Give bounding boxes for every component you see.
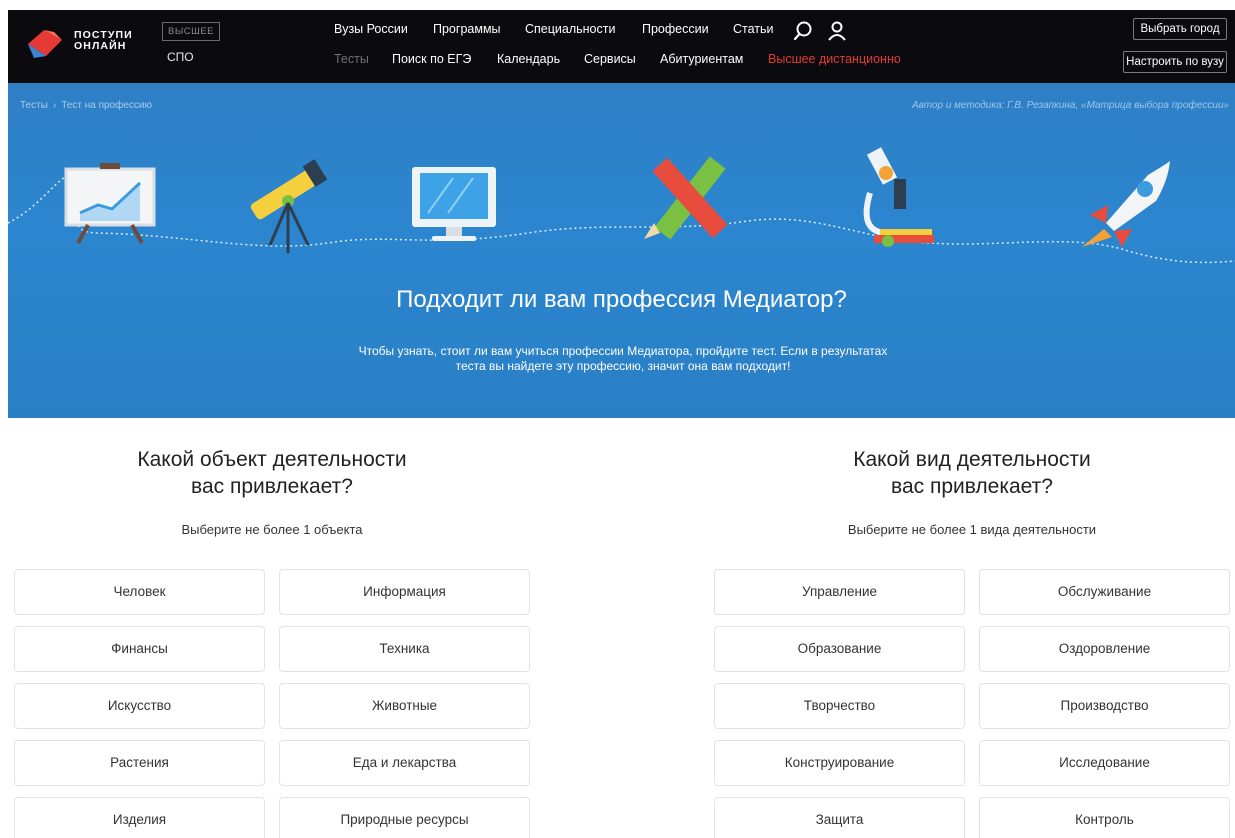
- page-title: Подходит ли вам профессия Медиатор?: [396, 286, 847, 313]
- activity-option-education[interactable]: Образование: [714, 626, 965, 672]
- level-toggle-spo[interactable]: СПО: [167, 50, 194, 64]
- setup-by-university-button[interactable]: Настроить по вузу: [1123, 51, 1227, 73]
- object-option-art[interactable]: Искусство: [14, 683, 265, 729]
- breadcrumb-item-tests[interactable]: Тесты: [20, 100, 48, 111]
- nav-item-universities[interactable]: Вузы России: [334, 22, 408, 36]
- nav-item-ege-search[interactable]: Поиск по ЕГЭ: [392, 52, 471, 66]
- logo[interactable]: ПОСТУПИ ОНЛАЙН: [24, 24, 144, 64]
- monitor-icon: [412, 167, 496, 241]
- logo-icon: [28, 30, 62, 58]
- nav-item-specialties[interactable]: Специальности: [525, 22, 615, 36]
- telescope-icon: [250, 159, 328, 253]
- breadcrumb: Тесты › Тест на профессию: [20, 100, 152, 111]
- activity-option-creativity[interactable]: Творчество: [714, 683, 965, 729]
- nav-item-professions[interactable]: Профессии: [642, 22, 709, 36]
- nav-item-tests[interactable]: Тесты: [334, 52, 369, 66]
- activity-option-production[interactable]: Производство: [979, 683, 1230, 729]
- objects-title-line2: вас привлекает?: [191, 475, 353, 498]
- object-option-natural-resources[interactable]: Природные ресурсы: [279, 797, 530, 838]
- hero-subtitle-line1: Чтобы узнать, стоит ли вам учиться профе…: [358, 344, 888, 358]
- activities-title-line1: Какой вид деятельности: [853, 448, 1091, 471]
- activities-title-line2: вас привлекает?: [891, 475, 1053, 498]
- objects-question-title: Какой объект деятельности вас привлекает…: [14, 446, 530, 500]
- nav-item-services[interactable]: Сервисы: [584, 52, 636, 66]
- activity-option-protection[interactable]: Защита: [714, 797, 965, 838]
- user-icon[interactable]: [826, 20, 848, 47]
- activity-option-research[interactable]: Исследование: [979, 740, 1230, 786]
- object-option-plants[interactable]: Растения: [14, 740, 265, 786]
- object-option-animals[interactable]: Животные: [279, 683, 530, 729]
- site-header: ПОСТУПИ ОНЛАЙН ВЫСШЕЕ СПО Вузы России Пр…: [8, 10, 1235, 83]
- object-option-products[interactable]: Изделия: [14, 797, 265, 838]
- activities-hint: Выберите не более 1 вида деятельности: [847, 522, 1097, 537]
- activity-option-healthcare[interactable]: Оздоровление: [979, 626, 1230, 672]
- nav-item-programs[interactable]: Программы: [433, 22, 501, 36]
- objects-title-line1: Какой объект деятельности: [137, 448, 407, 471]
- object-option-human[interactable]: Человек: [14, 569, 265, 615]
- breadcrumb-item-current: Тест на профессию: [61, 100, 152, 111]
- object-option-food-medicine[interactable]: Еда и лекарства: [279, 740, 530, 786]
- object-option-information[interactable]: Информация: [279, 569, 530, 615]
- hero-subtitle-line2: теста вы найдете эту профессию, значит о…: [455, 359, 791, 373]
- hero-banner: Тесты › Тест на профессию Автор и методика…: [8, 83, 1235, 418]
- activities-question-title: Какой вид деятельности вас привлекает?: [714, 446, 1230, 500]
- nav-item-distance-learning[interactable]: Высшее дистанционно: [768, 52, 901, 66]
- nav-item-calendar[interactable]: Календарь: [497, 52, 560, 66]
- hero-subtitle: Чтобы узнать, стоит ли вам учиться профе…: [283, 344, 963, 374]
- breadcrumb-separator: ›: [52, 100, 57, 111]
- test-author: Автор и методика: Г.В. Резапкина, «Матри…: [911, 100, 1229, 111]
- activity-option-management[interactable]: Управление: [714, 569, 965, 615]
- activity-option-service[interactable]: Обслуживание: [979, 569, 1230, 615]
- microscope-icon: [863, 147, 934, 247]
- activity-option-control[interactable]: Контроль: [979, 797, 1230, 838]
- rocket-icon: [1082, 161, 1170, 247]
- select-city-button[interactable]: Выбрать город: [1133, 18, 1227, 40]
- level-toggle-higher[interactable]: ВЫСШЕЕ: [162, 22, 220, 41]
- search-icon[interactable]: [792, 20, 814, 47]
- object-option-finance[interactable]: Финансы: [14, 626, 265, 672]
- nav-item-applicants[interactable]: Абитуриентам: [660, 52, 743, 66]
- nav-item-articles[interactable]: Статьи: [733, 22, 774, 36]
- objects-hint: Выберите не более 1 объекта: [181, 522, 363, 537]
- presentation-board-icon: [64, 163, 156, 244]
- activity-option-design[interactable]: Конструирование: [714, 740, 965, 786]
- logo-text-line2: ОНЛАЙН: [74, 40, 127, 52]
- object-option-technology[interactable]: Техника: [279, 626, 530, 672]
